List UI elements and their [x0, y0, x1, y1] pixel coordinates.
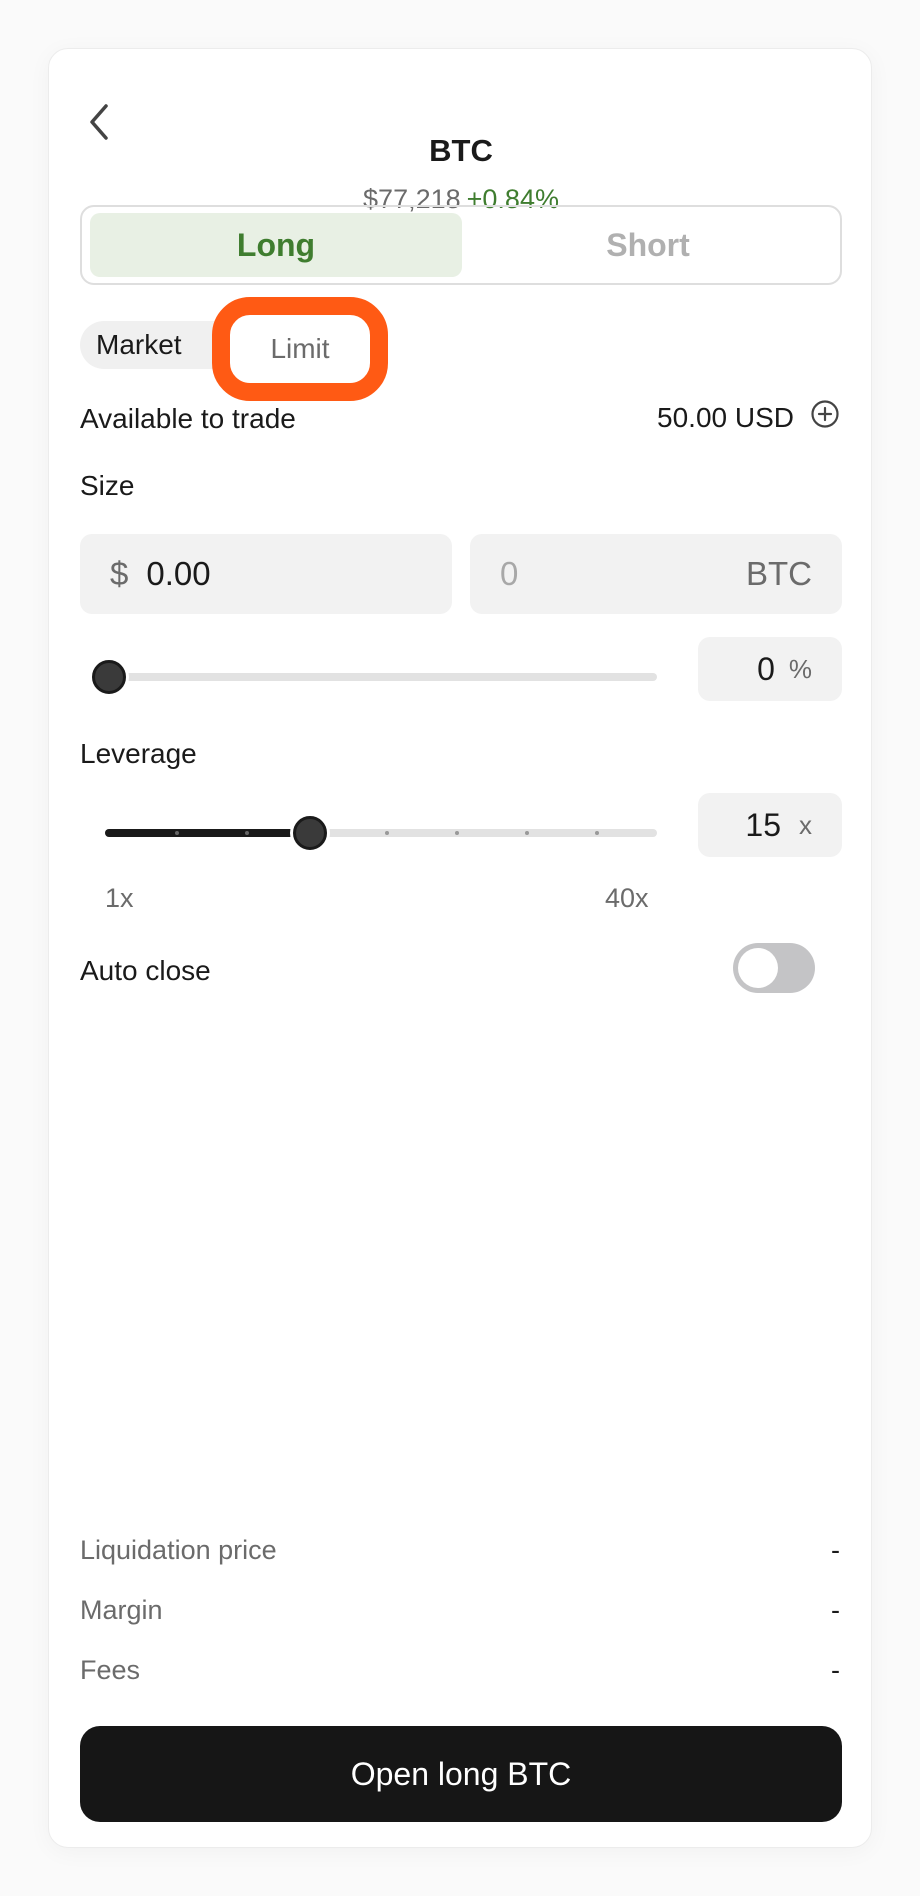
leverage-min-label: 1x: [105, 883, 134, 913]
leverage-tick: [175, 831, 179, 835]
leverage-tick: [385, 831, 389, 835]
fees-value: -: [831, 1655, 840, 1685]
size-percent-input[interactable]: 0 %: [698, 637, 842, 701]
leverage-tick: [525, 831, 529, 835]
side-toggle: Long Short: [80, 205, 842, 285]
auto-close-toggle[interactable]: [733, 943, 815, 993]
btc-unit: BTC: [746, 555, 812, 592]
liquidation-price-label: Liquidation price: [80, 1535, 277, 1565]
leverage-unit: x: [799, 809, 812, 840]
asset-title: BTC: [429, 133, 493, 168]
size-label: Size: [80, 470, 135, 501]
limit-order-label: Limit: [270, 333, 330, 364]
usd-prefix: $: [110, 555, 129, 592]
trade-panel: BTC $77,218 +0.84% Long Short Market Limi…: [48, 48, 872, 1848]
leverage-tick: [595, 831, 599, 835]
fees-label: Fees: [80, 1655, 141, 1685]
available-value-group: 50.00 USD: [657, 399, 840, 436]
btc-size-placeholder: 0: [500, 555, 519, 592]
margin-label: Margin: [80, 1595, 163, 1625]
leverage-max-label: 40x: [605, 883, 649, 913]
btc-size-input[interactable]: 0 BTC: [470, 534, 842, 614]
available-label: Available to trade: [80, 403, 296, 434]
toggle-knob: [738, 948, 778, 988]
leverage-slider-fill: [105, 829, 309, 837]
auto-close-label: Auto close: [80, 955, 211, 986]
leverage-value: 15: [745, 806, 781, 843]
leverage-label: Leverage: [80, 738, 197, 769]
leverage-input[interactable]: 15 x: [698, 793, 842, 857]
usd-size-input[interactable]: $ 0.00: [80, 534, 452, 614]
liquidation-price-value: -: [831, 1535, 840, 1565]
percent-unit: %: [788, 653, 812, 684]
long-tab[interactable]: Long: [90, 213, 462, 277]
size-slider-track[interactable]: [105, 673, 657, 681]
usd-size-value: 0.00: [146, 555, 211, 592]
order-type-selector: Market Limit: [80, 297, 388, 401]
size-percent-value: 0: [757, 650, 775, 687]
margin-value: -: [831, 1595, 840, 1625]
available-value: 50.00 USD: [657, 401, 794, 433]
limit-order-tab[interactable]: Limit: [212, 297, 388, 401]
plus-circle-icon[interactable]: [810, 399, 840, 436]
leverage-slider-thumb[interactable]: [293, 816, 327, 850]
open-long-button[interactable]: Open long BTC: [80, 1726, 842, 1822]
short-tab[interactable]: Short: [462, 213, 834, 277]
leverage-tick: [455, 831, 459, 835]
size-slider-thumb[interactable]: [92, 660, 126, 694]
leverage-tick: [245, 831, 249, 835]
